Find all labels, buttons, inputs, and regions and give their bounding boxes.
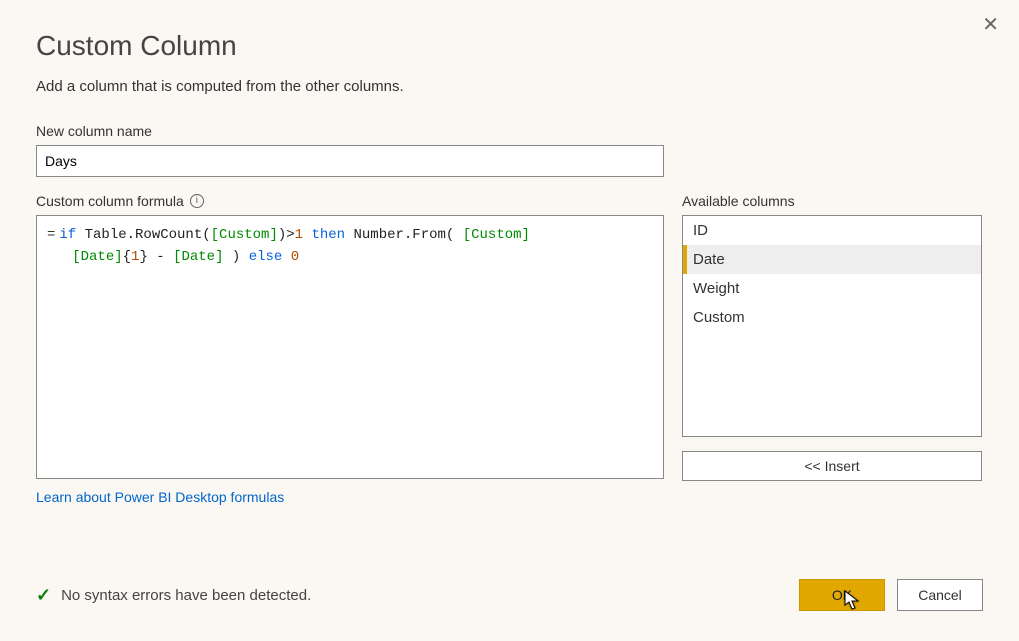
custom-column-dialog: ✕ Custom Column Add a column that is com… — [0, 0, 1019, 641]
ok-button[interactable]: OK — [799, 579, 885, 611]
insert-button[interactable]: << Insert — [682, 451, 982, 481]
close-icon[interactable]: ✕ — [982, 12, 999, 37]
info-icon[interactable]: i — [190, 194, 204, 208]
formula-content: =if Table.RowCount([Custom])>1 then Numb… — [37, 216, 663, 276]
dialog-title: Custom Column — [36, 30, 983, 62]
list-item[interactable]: Date — [683, 245, 981, 274]
list-item[interactable]: Custom — [683, 303, 981, 332]
list-item[interactable]: Weight — [683, 274, 981, 303]
check-icon: ✓ — [36, 585, 51, 606]
learn-formulas-link[interactable]: Learn about Power BI Desktop formulas — [36, 489, 284, 505]
new-column-name-label: New column name — [36, 123, 983, 139]
custom-formula-label: Custom column formula — [36, 193, 184, 209]
available-columns-label: Available columns — [682, 193, 982, 209]
status-bar: ✓ No syntax errors have been detected. — [36, 585, 311, 606]
new-column-name-input[interactable] — [36, 145, 664, 177]
available-columns-list[interactable]: ID Date Weight Custom — [682, 215, 982, 437]
cancel-button[interactable]: Cancel — [897, 579, 983, 611]
custom-formula-textarea[interactable]: =if Table.RowCount([Custom])>1 then Numb… — [36, 215, 664, 479]
status-message: No syntax errors have been detected. — [61, 587, 311, 604]
list-item[interactable]: ID — [683, 216, 981, 245]
dialog-subtitle: Add a column that is computed from the o… — [36, 78, 983, 95]
